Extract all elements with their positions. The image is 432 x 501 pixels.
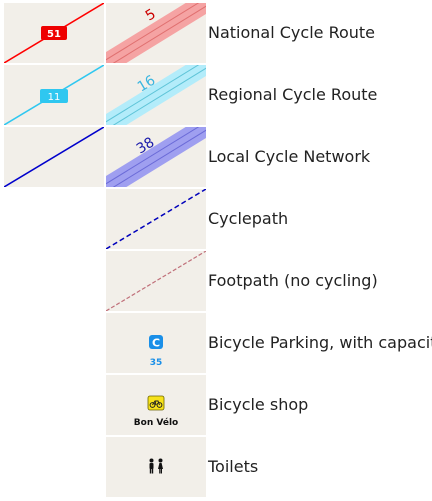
legend-label-cyclepath: Cyclepath (208, 209, 289, 228)
cyclepath-swatch (106, 189, 206, 249)
regional-route-ref-badge-text: 11 (48, 92, 61, 103)
regional-route-halo (106, 65, 206, 125)
regional-route-high-zoom-swatch: 16 (106, 65, 206, 125)
local-network-low-zoom-swatch (4, 127, 104, 187)
legend-label-regional-cycle-route: Regional Cycle Route (208, 85, 378, 104)
bicycle-parking-capacity: 35 (150, 358, 163, 368)
toilets-swatch (106, 437, 206, 497)
legend-label-bicycle-shop: Bicycle shop (208, 395, 309, 414)
legend-label-toilets: Toilets (208, 457, 259, 476)
footpath-swatch (106, 251, 206, 311)
national-route-halo (106, 3, 206, 63)
local-network-high-zoom-swatch: 38 (106, 127, 206, 187)
toilets-icon (149, 458, 163, 474)
national-route-low-zoom-swatch: 51 (4, 3, 104, 63)
footpath-line (106, 251, 206, 311)
bicycle-parking-icon-letter: C (152, 337, 160, 350)
cyclepath-line (106, 189, 206, 249)
local-network-halo (106, 127, 206, 187)
bicycle-shop-swatch: Bon Vélo (106, 375, 206, 435)
bicycle-parking-swatch: C 35 (106, 313, 206, 373)
national-route-high-zoom-swatch: 5 (106, 3, 206, 63)
national-route-ref-badge-text: 51 (47, 29, 61, 40)
regional-route-low-zoom-swatch: 11 (4, 65, 104, 125)
bicycle-shop-name: Bon Vélo (134, 417, 178, 428)
local-network-line (4, 127, 104, 187)
legend-label-national-cycle-route: National Cycle Route (208, 23, 376, 42)
legend-label-local-cycle-network: Local Cycle Network (208, 147, 371, 166)
legend-label-bicycle-parking: Bicycle Parking, with capacity (208, 333, 432, 352)
bicycle-shop-icon (147, 395, 165, 411)
legend-label-footpath: Footpath (no cycling) (208, 271, 378, 290)
